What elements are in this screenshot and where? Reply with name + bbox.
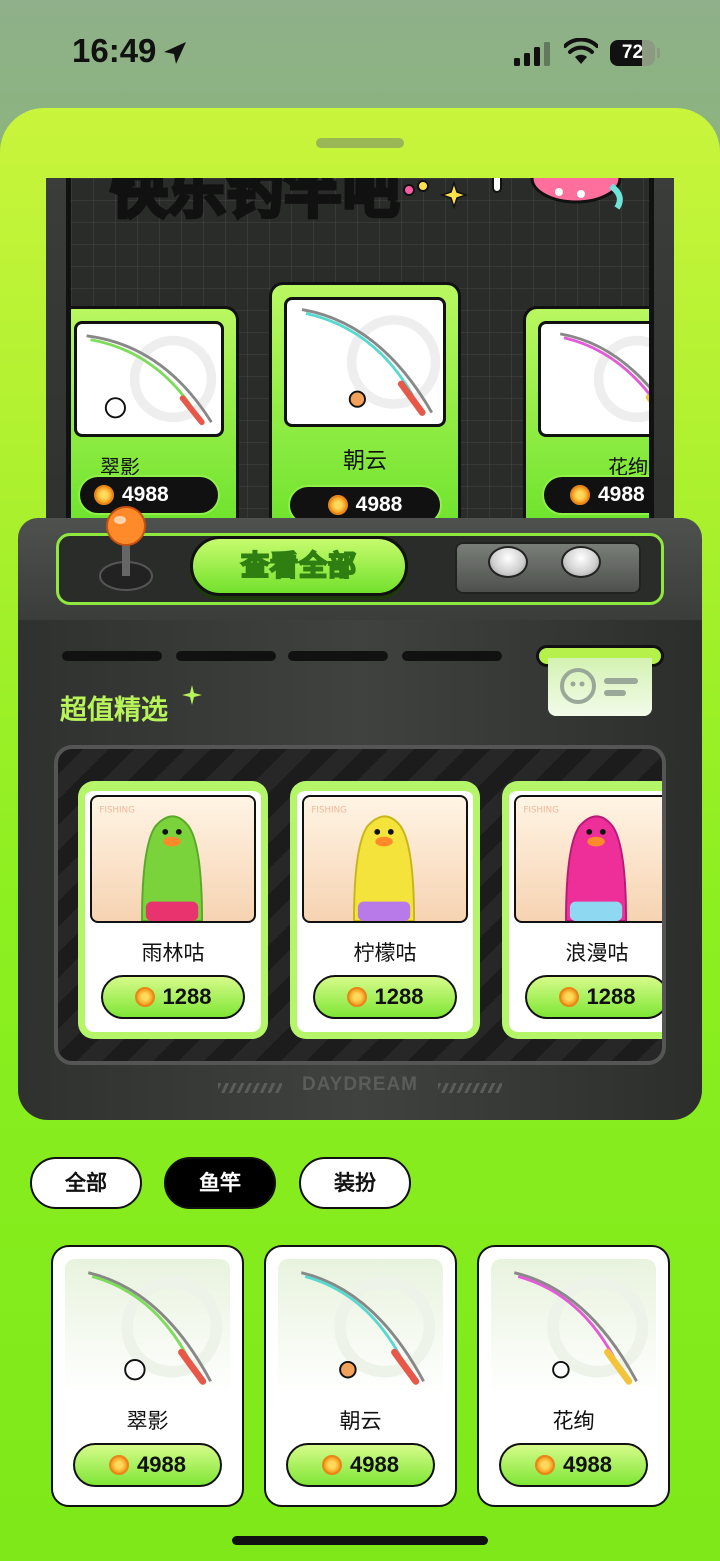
featured-card[interactable]: FISHING 柠檬咕 1288 [290,781,480,1039]
coin-icon [558,987,579,1007]
vent-slot [402,651,502,661]
vent-slot [288,651,388,661]
home-indicator[interactable] [232,1536,488,1545]
view-all-button[interactable]: 查看全部 [190,536,408,596]
smiley-coin-icon [560,668,638,704]
featured-carousel: FISHING 雨林咕 1288 FISHING 柠檬咕 1288 FISHIN… [54,745,666,1065]
product-card[interactable]: 朝云 4988 [264,1245,457,1507]
featured-item-name: 雨林咕 [141,941,205,965]
product-card[interactable]: 翠影 4988 [51,1245,244,1507]
product-price[interactable]: 4988 [73,1443,222,1487]
banner-title: 快乐钓竿吧 [109,178,401,228]
cellular-signal-icon [514,42,550,66]
fishing-rod-image [284,297,446,427]
vent-slot [62,651,162,661]
featured-item-name: 浪漫咕 [565,941,629,965]
svg-text:FISHING: FISHING [99,806,135,816]
featured-price-value: 1288 [586,984,636,1009]
svg-text:FISHING: FISHING [523,806,559,816]
sparkle-icon [182,685,202,705]
coin-icon [109,1455,130,1475]
brand-hatch-right [438,1083,502,1093]
product-price[interactable]: 4988 [286,1443,435,1487]
coin-icon [322,1455,343,1475]
battery-percent: 72 [621,42,644,63]
button-plate [455,542,641,594]
fishing-rod-image [538,321,649,437]
tab-fishing-rod[interactable]: 鱼竿 [164,1157,276,1209]
featured-price-value: 1288 [162,984,212,1009]
tab-outfit[interactable]: 装扮 [299,1157,411,1209]
svg-text:FISHING: FISHING [311,806,347,816]
product-card[interactable]: 花绚 4988 [477,1245,670,1507]
reel-card-center[interactable]: 朝云 4988 [269,282,461,546]
section-title: 超值精选 [60,695,168,726]
vent-slot [176,651,276,661]
arcade-button-left[interactable] [488,546,528,578]
fishing-rod-image [278,1259,443,1395]
coin-icon [327,495,348,515]
featured-item-name: 柠檬咕 [353,941,417,965]
featured-item-price[interactable]: 1288 [101,975,245,1019]
coin-icon [134,987,155,1007]
status-bar: 16:49 72 [0,0,720,108]
product-name: 朝云 [339,1409,382,1433]
fishing-rod-image [491,1259,656,1395]
battery-indicator: 72 [610,40,660,66]
reel-price-value: 4988 [598,483,645,506]
product-price-value: 4988 [350,1452,399,1477]
coin-icon [570,485,590,505]
featured-price-value: 1288 [374,984,424,1009]
fishing-rod-image [74,321,224,437]
featured-item-price[interactable]: 1288 [313,975,457,1019]
mascot-icon [530,178,623,210]
shop-sheet: 快乐钓竿吧 翠影 4988 朝云 4988 花绚 4988 查看全部 超值精选 … [0,108,720,1561]
bird-avatar-image: FISHING [90,795,256,923]
fishing-rod-image [65,1259,230,1395]
tab-all[interactable]: 全部 [30,1157,142,1209]
status-time: 16:49 [72,32,157,69]
reel-item-name: 朝云 [342,449,387,474]
reel-item-price[interactable]: 4988 [542,475,649,515]
product-price-value: 4988 [563,1452,612,1477]
product-price[interactable]: 4988 [499,1443,648,1487]
arcade-button-right[interactable] [561,546,601,578]
reel-price-value: 4988 [355,493,403,516]
bird-avatar-image: FISHING [514,795,662,923]
location-arrow-icon [164,42,186,64]
product-name: 花绚 [552,1409,595,1433]
coin-icon [535,1455,556,1475]
joystick-icon[interactable] [96,502,156,592]
featured-card[interactable]: FISHING 雨林咕 1288 [78,781,268,1039]
reel-card-right[interactable]: 花绚 4988 [523,306,649,536]
product-name: 翠影 [126,1409,169,1433]
featured-item-price[interactable]: 1288 [525,975,662,1019]
bird-avatar-image: FISHING [302,795,468,923]
coin-icon [346,987,367,1007]
wifi-icon [564,38,598,64]
sheet-grabber[interactable] [316,138,404,148]
featured-card[interactable]: FISHING 浪漫咕 1288 [502,781,662,1039]
ticket [548,658,652,716]
product-price-value: 4988 [137,1452,186,1477]
